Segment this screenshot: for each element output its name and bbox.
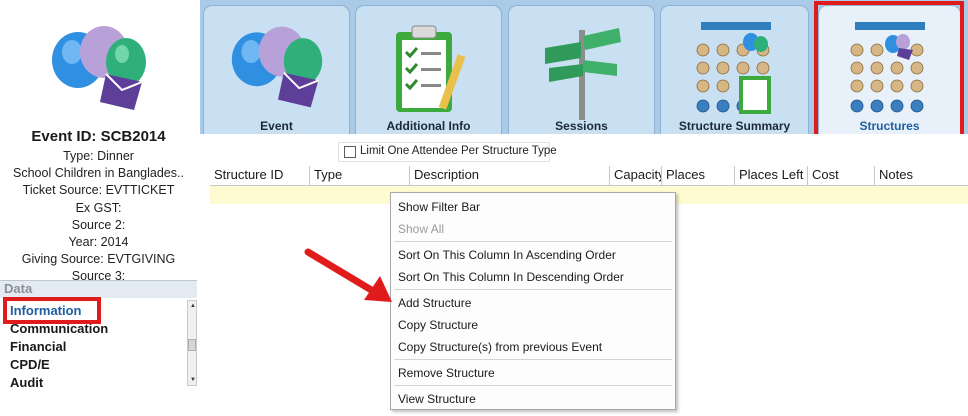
tab-additional-info[interactable]: Additional Info: [355, 5, 502, 134]
column-header-notes[interactable]: Notes: [875, 166, 968, 185]
menu-separator: [394, 241, 672, 242]
information-highlight: [3, 297, 101, 324]
ex-gst: Ex GST:: [75, 201, 122, 215]
menu-item-view-structure[interactable]: View Structure: [398, 392, 476, 406]
column-header-places-left[interactable]: Places Left: [735, 166, 808, 185]
seating-plan-icon: [696, 22, 771, 114]
menu-item-copy-structure[interactable]: Copy Structure: [398, 318, 478, 332]
data-panel-title: Data: [4, 281, 33, 296]
menu-separator: [394, 289, 672, 290]
event-year: Year: 2014: [68, 235, 129, 249]
event-type: Type: Dinner: [63, 149, 134, 163]
menu-item-remove-structure[interactable]: Remove Structure: [398, 366, 495, 380]
menu-item-copy-from-previous[interactable]: Copy Structure(s) from previous Event: [398, 340, 602, 354]
limit-attendee-option[interactable]: Limit One Attendee Per Structure Type: [338, 142, 557, 162]
tab-event[interactable]: Event: [203, 5, 350, 134]
balloons-icon: [231, 26, 323, 108]
menu-separator: [394, 385, 672, 386]
column-header-description[interactable]: Description: [410, 166, 610, 185]
menu-item-sort-ascending[interactable]: Sort On This Column In Ascending Order: [398, 248, 616, 262]
data-panel-header: Data: [0, 280, 197, 298]
structures-grid-header: Structure ID Type Description Capacity P…: [210, 166, 968, 186]
menu-item-sort-descending[interactable]: Sort On This Column In Descending Order: [398, 270, 624, 284]
context-menu: Show Filter Bar Show All Sort On This Co…: [390, 192, 676, 410]
clipboard-checklist-icon: [396, 25, 466, 112]
left-panel: Event ID: SCB2014 Type: Dinner School Ch…: [0, 0, 201, 416]
column-header-structure-id[interactable]: Structure ID: [210, 166, 310, 185]
giving-source: Giving Source: EVTGIVING: [21, 252, 176, 266]
tab-sessions-label: Sessions: [555, 119, 608, 133]
tab-event-label: Event: [260, 119, 293, 133]
nav-item-cpde[interactable]: CPD/E: [10, 357, 50, 372]
scroll-thumb[interactable]: [188, 339, 196, 351]
source-3: Source 3:: [71, 269, 126, 280]
nav-item-audit[interactable]: Audit: [10, 375, 43, 390]
menu-item-show-filter-bar[interactable]: Show Filter Bar: [398, 200, 480, 214]
ticket-source: Ticket Source: EVTTICKET: [22, 183, 175, 197]
pointer-arrow-icon: [304, 248, 392, 302]
column-header-capacity[interactable]: Capacity: [610, 166, 662, 185]
column-header-cost[interactable]: Cost: [808, 166, 875, 185]
structures-tab-highlight: [814, 1, 964, 140]
event-id: Event ID: SCB2014: [31, 128, 166, 145]
scroll-down-arrow-icon[interactable]: ▼: [190, 377, 196, 383]
balloons-icon: [52, 26, 146, 110]
tab-structure-summary[interactable]: Structure Summary: [660, 5, 809, 134]
tab-structure-summary-label: Structure Summary: [678, 119, 791, 133]
menu-item-add-structure[interactable]: Add Structure: [398, 296, 471, 310]
event-name: School Children in Banglades..: [13, 166, 184, 180]
tab-sessions[interactable]: Sessions: [508, 5, 655, 134]
nav-item-financial[interactable]: Financial: [10, 339, 66, 354]
column-header-places[interactable]: Places: [662, 166, 735, 185]
signpost-icon: [545, 28, 621, 120]
source-2: Source 2:: [71, 218, 126, 232]
tab-additional-info-label: Additional Info: [386, 119, 471, 133]
limit-attendee-checkbox[interactable]: [344, 146, 356, 158]
event-info: Event ID: SCB2014 Type: Dinner School Ch…: [0, 0, 197, 280]
menu-separator: [394, 359, 672, 360]
menu-item-show-all: Show All: [398, 222, 445, 236]
scroll-up-arrow-icon[interactable]: ▲: [190, 303, 196, 309]
nav-scrollbar[interactable]: ▲ ▼: [187, 300, 197, 386]
limit-attendee-label: Limit One Attendee Per Structure Type: [360, 145, 557, 157]
column-header-type[interactable]: Type: [310, 166, 410, 185]
